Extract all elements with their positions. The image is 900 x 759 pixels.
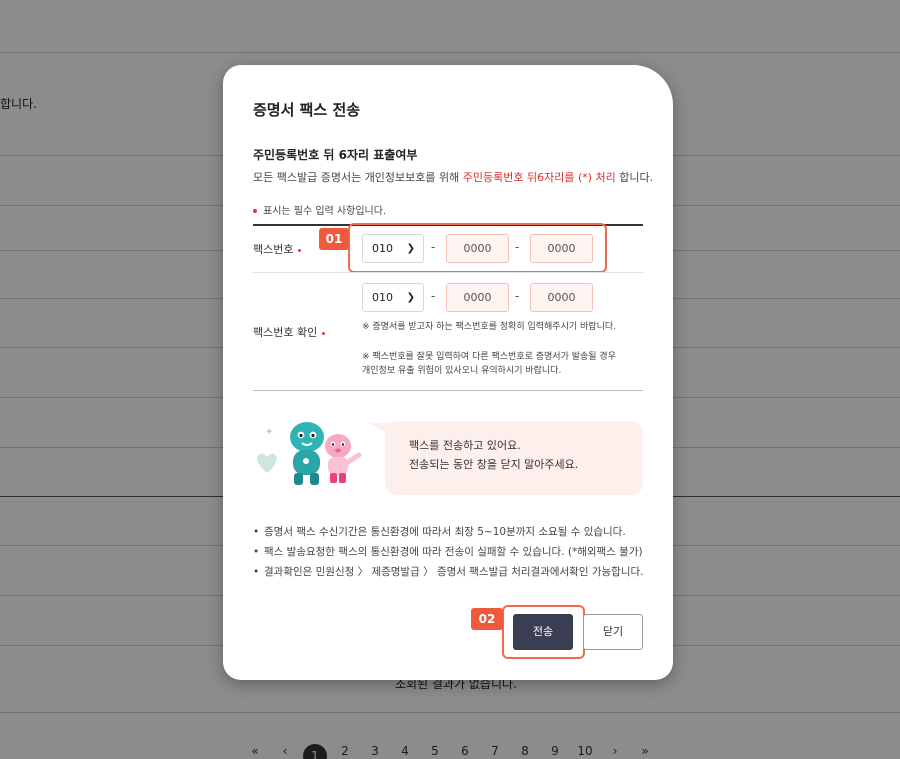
info-item: 결과확인은 민원신청 〉 제증명발급 〉 증명서 팩스발급 처리결과에서확인 가… [253, 565, 648, 580]
mascot-illustration: ✦ [257, 422, 362, 485]
info-list: 증명서 팩스 수신기간은 통신환경에 따라서 최장 5~10분까지 소요될 수 … [253, 525, 648, 585]
required-dot-icon [322, 331, 326, 335]
info-item: 증명서 팩스 수신기간은 통신환경에 따라서 최장 5~10분까지 소요될 수 … [253, 525, 648, 540]
chevron-down-icon: ❯ [406, 292, 415, 303]
fax-notice-2: ※ 팩스번호를 잘못 입력하여 다른 팩스번호로 증명서가 발송될 경우 개인정… [362, 352, 616, 376]
heart-icon [257, 453, 277, 473]
form-bottom-border [253, 390, 643, 391]
fax-number-label-text: 팩스번호 [253, 243, 294, 256]
section-description: 모든 팩스발급 증명서는 개인정보보호를 위해 주민등록번호 뒤6자리를 (*)… [253, 169, 653, 185]
fax-confirm-area-code-select[interactable]: 010 ❯ [362, 283, 424, 312]
close-button[interactable]: 닫기 [583, 614, 643, 650]
desc-prefix: 모든 팩스발급 증명서는 개인정보보호를 위해 [253, 171, 463, 184]
sparkle-icon: ✦ [265, 427, 273, 438]
fax-confirm-label: 팩스번호 확인 [253, 324, 326, 340]
fax-send-modal: 증명서 팩스 전송 주민등록번호 뒤 6자리 표출여부 모든 팩스발급 증명서는… [223, 65, 673, 680]
dash-separator: - [431, 289, 436, 303]
step1-badge: 01 [319, 228, 349, 250]
step2-badge: 02 [471, 608, 503, 630]
required-note: 표시는 필수 입력 사항입니다. [253, 202, 386, 217]
dash-separator: - [515, 289, 520, 303]
send-button[interactable]: 전송 [513, 614, 573, 650]
fax-confirm-area-code-value: 010 [372, 291, 393, 304]
required-dot-icon [253, 209, 257, 213]
bubble-line-1: 팩스를 전송하고 있어요. [409, 439, 521, 452]
fax-confirm-label-text: 팩스번호 확인 [253, 326, 318, 339]
modal-title: 증명서 팩스 전송 [253, 101, 361, 119]
required-note-text: 표시는 필수 입력 사항입니다. [263, 206, 387, 217]
fax-confirm-part2-input[interactable]: 0000 [446, 283, 509, 312]
section-title: 주민등록번호 뒤 6자리 표출여부 [253, 148, 418, 162]
desc-suffix: 합니다. [615, 171, 654, 184]
fax-confirm-part3-input[interactable]: 0000 [530, 283, 593, 312]
fax-notice-1: ※ 증명서를 받고자 하는 팩스번호를 정확히 입력해주시기 바랍니다. [362, 322, 616, 332]
required-dot-icon [298, 248, 302, 252]
fax-number-label: 팩스번호 [253, 241, 302, 257]
step1-highlight-box [348, 223, 607, 273]
info-item: 팩스 발송요청한 팩스의 통신환경에 따라 전송이 실패할 수 있습니다. (*… [253, 545, 648, 560]
form-row-divider [253, 272, 643, 273]
bubble-line-2: 전송되는 동안 창을 닫지 말아주세요. [409, 458, 579, 471]
desc-highlight: 주민등록번호 뒤6자리를 (*) 처리 [462, 171, 616, 184]
